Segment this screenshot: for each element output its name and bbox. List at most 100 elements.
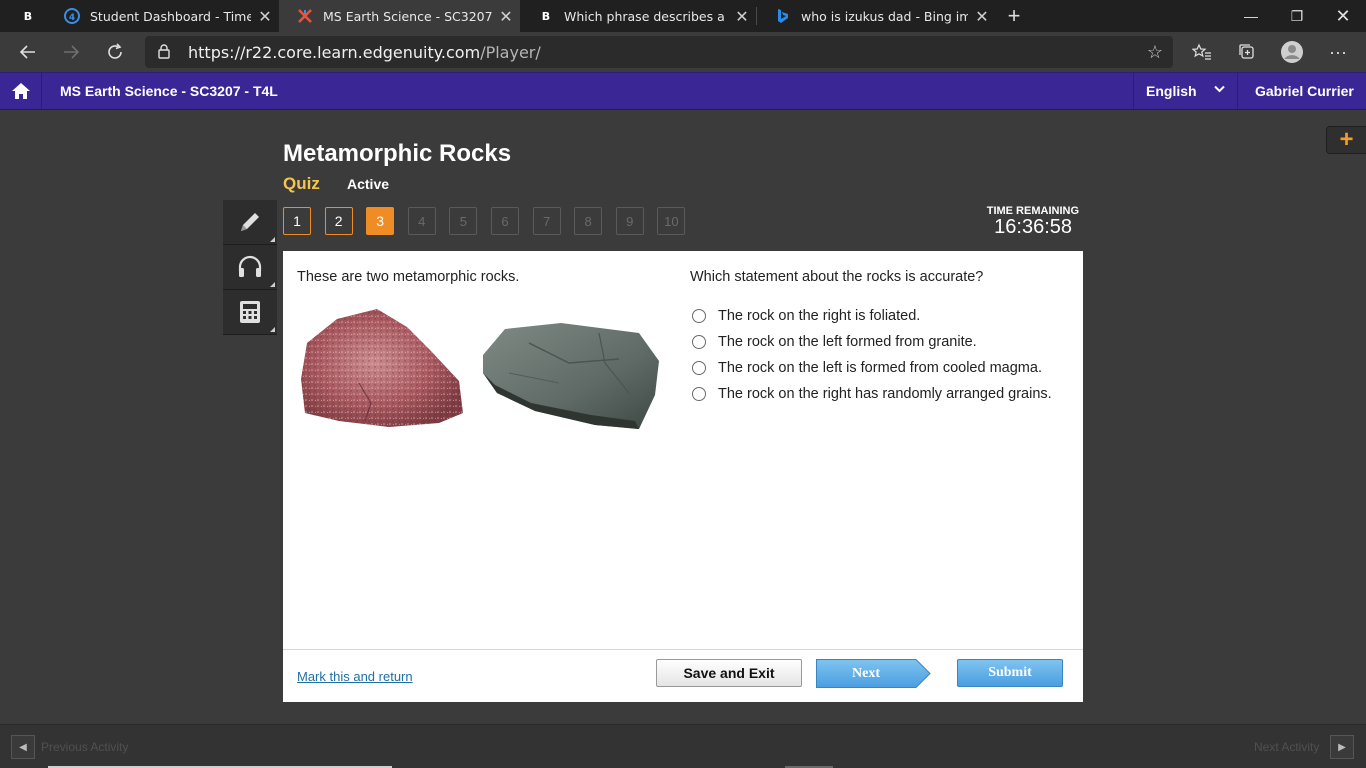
close-tab-icon[interactable]: ✕	[492, 7, 520, 26]
question-number-9: 9	[615, 207, 644, 235]
home-button[interactable]	[0, 73, 42, 109]
tool-expand-icon	[270, 282, 275, 287]
user-menu[interactable]: Gabriel Currier	[1237, 73, 1366, 109]
app-header: MS Earth Science - SC3207 - T4L English …	[0, 72, 1366, 110]
plus-icon: +	[1339, 126, 1354, 153]
question-footer: Mark this and return Save and Exit Next …	[283, 649, 1083, 702]
chevron-down-icon	[1214, 82, 1225, 96]
answer-options: The rock on the right is foliated. The r…	[692, 303, 1052, 407]
url-path: /Player/	[480, 43, 541, 62]
tab-ms-earth-science[interactable]: MS Earth Science - SC3207 - T4L ✕	[279, 0, 520, 32]
question-number-6: 6	[490, 207, 519, 235]
close-tab-icon[interactable]: ✕	[728, 7, 756, 26]
next-activity-button[interactable]: ▶	[1330, 735, 1354, 759]
language-label: English	[1146, 83, 1197, 99]
tool-panel	[223, 200, 277, 335]
next-activity-label: Next Activity	[1254, 740, 1320, 754]
close-window-icon[interactable]: ✕	[1320, 0, 1366, 32]
pencil-icon	[241, 213, 259, 231]
question-prompt: Which statement about the rocks is accur…	[690, 269, 984, 285]
chevron-right-icon: ▶	[1338, 741, 1346, 753]
refresh-icon[interactable]	[99, 36, 131, 68]
activity-type: Quiz	[283, 174, 320, 193]
bing-icon	[775, 8, 791, 24]
question-number-3[interactable]: 3	[366, 207, 395, 235]
question-number-8: 8	[574, 207, 603, 235]
radio-button[interactable]	[692, 335, 706, 349]
radio-button[interactable]	[692, 361, 706, 375]
tab-title: MS Earth Science - SC3207 - T4L	[323, 8, 492, 24]
time-remaining-value: 16:36:58	[994, 216, 1072, 238]
restore-icon[interactable]: ❐	[1274, 0, 1320, 32]
collections-icon[interactable]	[1231, 36, 1263, 68]
question-number-1[interactable]: 1	[283, 207, 311, 235]
tab-bing-images[interactable]: who is izukus dad - Bing images ✕	[757, 0, 996, 32]
forward-icon[interactable]	[55, 36, 87, 68]
question-number-2[interactable]: 2	[324, 207, 353, 235]
brainly-icon: B	[23, 9, 33, 23]
tab-brainly[interactable]: B Which phrase describes a metam ✕	[520, 0, 756, 32]
next-button[interactable]: Next	[816, 659, 931, 688]
tab-student-dashboard[interactable]: 4 Student Dashboard - Time4Learn ✕	[46, 0, 279, 32]
question-number-10: 10	[657, 207, 686, 235]
url-host: https://r22.core.learn.edgenuity.com	[188, 43, 481, 62]
submit-button[interactable]: Submit	[957, 659, 1063, 687]
user-name: Gabriel Currier	[1255, 83, 1354, 99]
lock-icon	[157, 43, 171, 64]
favorites-list-icon[interactable]	[1186, 36, 1218, 68]
question-number-5: 5	[449, 207, 478, 235]
previous-activity-button[interactable]: ◀	[11, 735, 35, 759]
expand-panel-button[interactable]: +	[1326, 126, 1366, 154]
pinned-tab[interactable]: B	[0, 0, 46, 32]
radio-button[interactable]	[692, 309, 706, 323]
mark-and-return-link[interactable]: Mark this and return	[297, 669, 413, 684]
answer-option[interactable]: The rock on the right is foliated.	[692, 303, 1052, 329]
answer-option[interactable]: The rock on the left is formed from cool…	[692, 355, 1052, 381]
answer-option[interactable]: The rock on the right has randomly arran…	[692, 381, 1052, 407]
next-button-label: Next	[852, 665, 880, 681]
headphones-icon	[238, 255, 262, 277]
favorite-star-icon[interactable]: ☆	[1147, 42, 1163, 63]
rocks-image	[301, 309, 659, 429]
tool-expand-icon	[270, 237, 275, 242]
answer-option-label: The rock on the left formed from granite…	[718, 334, 977, 350]
more-options-icon[interactable]: ···	[1322, 36, 1354, 68]
question-number-4: 4	[407, 207, 436, 235]
home-icon	[11, 83, 30, 99]
radio-button[interactable]	[692, 387, 706, 401]
address-bar[interactable]: https://r22.core.learn.edgenuity.com/Pla…	[145, 36, 1173, 68]
brainly-icon: B	[541, 9, 551, 23]
tab-title: Which phrase describes a metam	[564, 8, 728, 24]
svg-text:4: 4	[69, 13, 75, 23]
minimize-icon[interactable]: —	[1228, 0, 1274, 32]
previous-activity-label: Previous Activity	[41, 740, 129, 754]
browser-toolbar: https://r22.core.learn.edgenuity.com/Pla…	[0, 32, 1366, 72]
answer-option[interactable]: The rock on the left formed from granite…	[692, 329, 1052, 355]
edgenuity-icon	[297, 8, 313, 24]
chevron-left-icon: ◀	[19, 741, 27, 753]
activity-title: Metamorphic Rocks	[283, 140, 512, 167]
activity-status: Active	[347, 176, 390, 192]
question-navigation: 1 2 3 4 5 6 7 8 9 10	[283, 207, 699, 235]
tab-title: Student Dashboard - Time4Learn	[90, 8, 251, 24]
close-tab-icon[interactable]: ✕	[251, 7, 279, 26]
answer-option-label: The rock on the left is formed from cool…	[718, 360, 1042, 376]
question-number-7: 7	[532, 207, 561, 235]
activity-navigation-bar: ◀ Previous Activity Next Activity ▶	[0, 724, 1366, 768]
question-stem: These are two metamorphic rocks.	[297, 269, 520, 285]
tool-expand-icon	[270, 327, 275, 332]
audio-tool[interactable]	[223, 245, 277, 290]
back-icon[interactable]	[12, 36, 44, 68]
pencil-tool[interactable]	[223, 200, 277, 245]
profile-avatar-icon[interactable]	[1276, 36, 1308, 68]
time4learning-icon: 4	[64, 8, 80, 24]
calculator-icon	[240, 301, 260, 323]
calculator-tool[interactable]	[223, 290, 277, 335]
question-content: These are two metamorphic rocks. Which s…	[283, 251, 1083, 649]
answer-option-label: The rock on the right is foliated.	[718, 308, 921, 324]
new-tab-icon[interactable]: +	[996, 0, 1032, 32]
save-and-exit-button[interactable]: Save and Exit	[656, 659, 802, 687]
language-select[interactable]: English	[1133, 73, 1237, 109]
close-tab-icon[interactable]: ✕	[968, 7, 996, 26]
browser-tab-bar: B 4 Student Dashboard - Time4Learn ✕ MS …	[0, 0, 1366, 32]
